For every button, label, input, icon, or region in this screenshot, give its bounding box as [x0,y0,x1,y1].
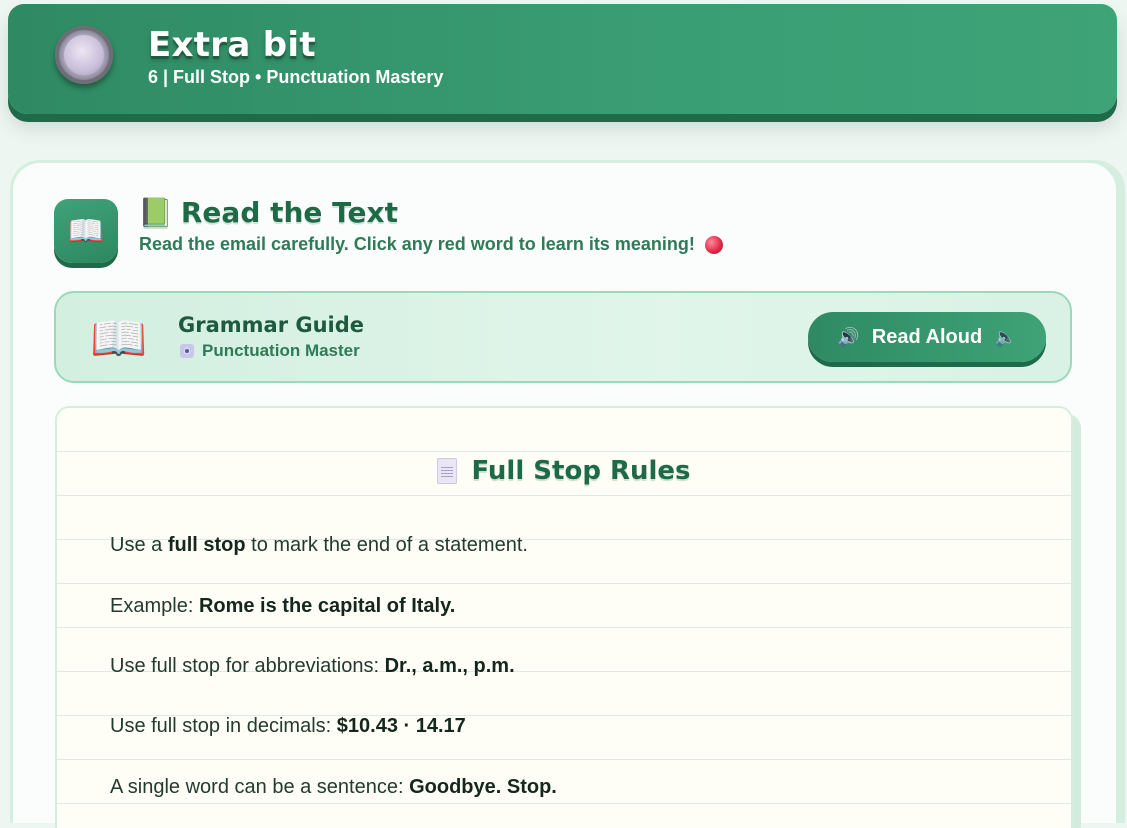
rules-title: Full Stop Rules [57,456,1071,486]
rule-item: Use full stop in decimals: $10.43 · 14.1… [110,715,466,737]
document-icon [437,458,458,484]
book-icon: 📗 [138,196,173,229]
app-header: Extra bit 6 | Full Stop • Punctuation Ma… [8,4,1117,114]
rule-item: Example: Rome is the capital of Italy. [110,595,456,617]
guide-subtitle: Punctuation Master [180,341,360,361]
rule-item: Use a full stop to mark the end of a sta… [110,534,528,556]
section-title: 📗 Read the Text [138,196,398,229]
guide-title: Grammar Guide [178,313,365,337]
guide-subtitle-text: Punctuation Master [202,341,360,360]
read-aloud-button[interactable]: 🔊 Read Aloud 🔈 [808,312,1046,362]
badge-medal-icon [55,26,113,84]
open-book-icon: 📖 [54,199,118,263]
rule-item: A single word can be a sentence: Goodbye… [110,776,557,798]
rule-item: Use full stop for abbreviations: Dr., a.… [110,655,515,677]
page-subtitle: 6 | Full Stop • Punctuation Mastery [148,67,444,87]
speaker-icon: 🔈 [994,326,1017,347]
open-book-icon: 📖 [90,312,148,364]
page-title: Extra bit [148,25,316,65]
read-aloud-label: Read Aloud [871,325,983,348]
grammar-guide-bar: 📖 Grammar Guide Punctuation Master 🔊 Rea… [54,291,1072,383]
red-circle-icon [704,235,723,254]
disc-icon [180,344,194,358]
section-title-text: Read the Text [180,196,398,229]
rules-paper: Full Stop Rules Use a full stop to mark … [55,406,1073,828]
rules-title-text: Full Stop Rules [471,456,691,486]
instruction-text: Read the email carefully. Click any red … [139,234,695,254]
speaker-icon: 🔊 [837,326,860,347]
section-instruction: Read the email carefully. Click any red … [139,234,723,255]
